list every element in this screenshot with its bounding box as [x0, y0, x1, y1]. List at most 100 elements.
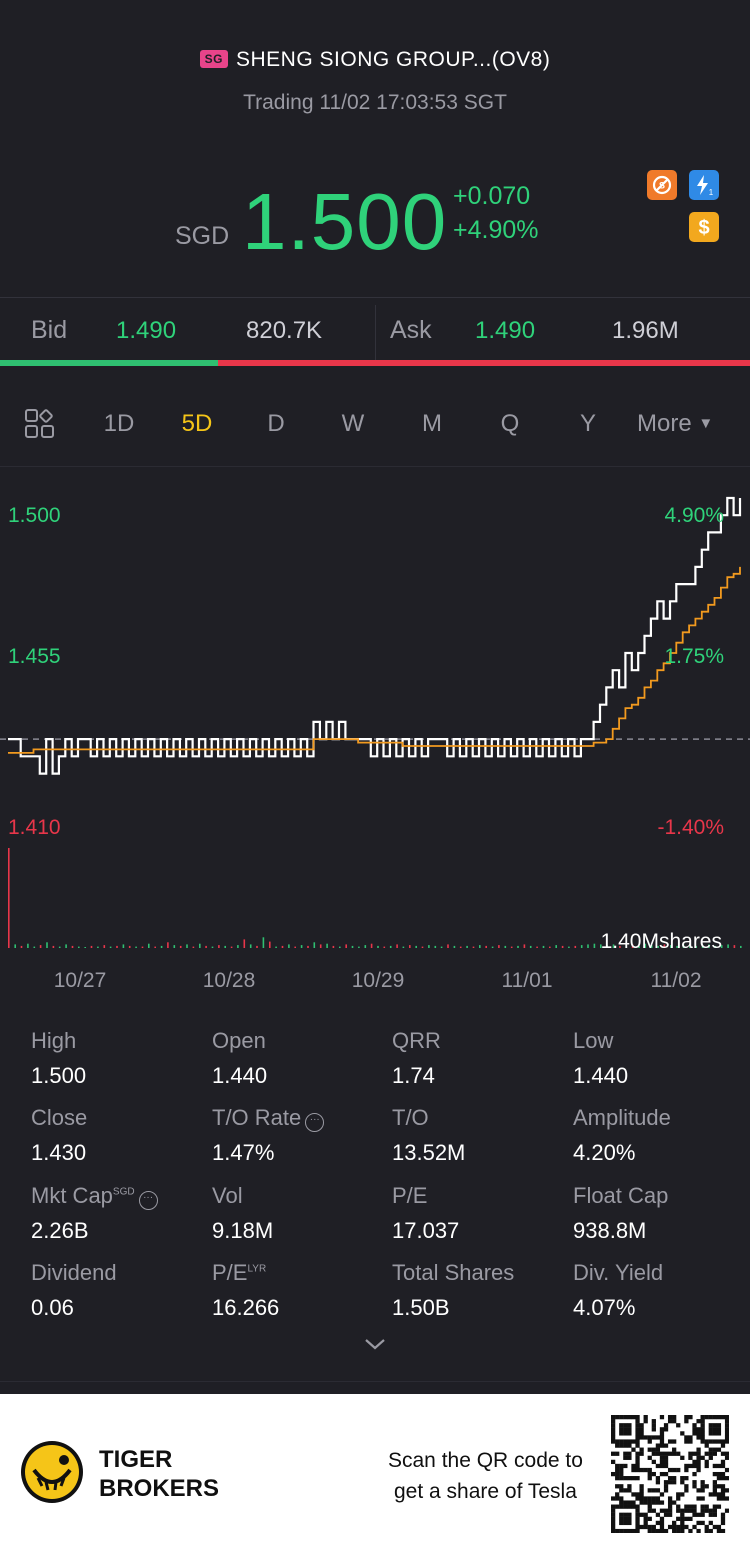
tab-1d[interactable]: 1D	[89, 410, 149, 438]
qr-module	[680, 1524, 685, 1530]
qr-module	[635, 1427, 640, 1432]
y-axis-label-left: 1.500	[8, 504, 61, 527]
flash-icon[interactable]: 1	[689, 170, 719, 200]
volume-bar	[415, 945, 417, 948]
volume-bar	[466, 945, 468, 948]
qr-module	[643, 1500, 648, 1505]
qr-module	[635, 1520, 640, 1526]
stat-label-high: High	[31, 1028, 76, 1054]
tab-m[interactable]: M	[402, 410, 462, 438]
qr-module	[692, 1459, 697, 1465]
qr-module	[659, 1431, 665, 1436]
qr-module	[676, 1504, 681, 1509]
qr-module	[659, 1463, 665, 1469]
tab-more[interactable]: More ▼	[637, 410, 713, 438]
qr-module	[667, 1467, 673, 1473]
tab-w[interactable]: W	[323, 410, 383, 438]
stat-value-t-o: 13.52M	[392, 1140, 466, 1165]
y-axis-label-right: -1.40%	[657, 816, 724, 839]
more-info-icon[interactable]: ···	[305, 1113, 325, 1132]
dollar-icon[interactable]: $	[689, 212, 719, 242]
qr-module	[615, 1467, 620, 1473]
qr-module	[639, 1484, 644, 1489]
volume-bar	[409, 945, 411, 948]
qr-module	[643, 1496, 648, 1501]
qr-module	[724, 1415, 730, 1420]
qr-module	[700, 1435, 705, 1440]
qr-module	[712, 1492, 717, 1497]
qr-module	[631, 1467, 636, 1473]
qr-module	[639, 1423, 644, 1428]
qr-module	[672, 1451, 677, 1456]
y-axis-label-left: 1.410	[8, 816, 61, 839]
volume-bar	[536, 946, 538, 948]
stat-label-text: Low	[573, 1028, 614, 1053]
qr-module	[692, 1484, 697, 1489]
tab-5d[interactable]: 5D	[167, 410, 227, 438]
price-change: +0.070	[453, 182, 531, 210]
qr-module	[639, 1467, 644, 1473]
qr-module	[639, 1488, 644, 1493]
brand-name-line2: BROKERS	[99, 1475, 220, 1502]
volume-bar	[148, 943, 150, 948]
grid-icon[interactable]	[24, 408, 56, 445]
volume-bar	[479, 945, 481, 948]
qr-module	[676, 1528, 681, 1534]
qr-module	[623, 1528, 628, 1534]
qr-module	[672, 1520, 677, 1526]
volume-bar	[103, 945, 106, 948]
svg-text:$: $	[698, 217, 709, 238]
volume-bar	[281, 945, 284, 948]
qr-module	[619, 1443, 624, 1448]
more-info-icon[interactable]: ···	[138, 1191, 158, 1210]
divider	[375, 305, 376, 360]
svg-text:1: 1	[709, 188, 714, 197]
qr-module	[643, 1516, 648, 1521]
qr-code-icon[interactable]	[611, 1415, 730, 1538]
volume-bar	[529, 945, 532, 948]
qr-module	[704, 1415, 709, 1420]
qr-module	[692, 1508, 697, 1513]
tab-d[interactable]: D	[246, 410, 306, 438]
qr-module	[639, 1447, 644, 1452]
qr-module	[623, 1463, 628, 1469]
qr-module	[615, 1439, 620, 1444]
qr-module	[619, 1484, 624, 1489]
qr-module	[696, 1427, 701, 1432]
qr-module	[659, 1427, 665, 1432]
qr-module	[627, 1415, 632, 1420]
qr-module	[696, 1435, 701, 1440]
volume-bar	[555, 945, 557, 948]
qr-module	[635, 1419, 640, 1424]
qr-module	[627, 1476, 632, 1481]
qr-module	[655, 1443, 661, 1448]
qr-module	[611, 1512, 616, 1517]
qr-module	[611, 1504, 616, 1509]
qr-module	[647, 1439, 652, 1444]
volume-bar	[192, 946, 195, 948]
qr-module	[684, 1435, 689, 1440]
qr-module	[659, 1415, 665, 1420]
qr-module	[684, 1524, 689, 1530]
tab-q[interactable]: Q	[480, 410, 540, 438]
stat-value-amplitude: 4.20%	[573, 1140, 636, 1165]
tab-y[interactable]: Y	[558, 410, 618, 438]
qr-module	[659, 1492, 665, 1497]
bid-label: Bid	[31, 316, 68, 344]
qr-module	[635, 1516, 640, 1521]
volume-bar	[332, 945, 335, 948]
qr-module	[692, 1512, 697, 1517]
qr-module	[667, 1480, 673, 1485]
qr-module	[647, 1524, 652, 1530]
qr-module	[667, 1512, 673, 1517]
qr-module	[696, 1459, 701, 1465]
volume-bar	[300, 945, 303, 948]
qr-module	[647, 1476, 652, 1481]
no-short-icon[interactable]: S	[647, 170, 677, 200]
qr-module	[720, 1463, 726, 1469]
volume-bar	[39, 945, 42, 948]
qr-module	[680, 1508, 685, 1513]
qr-module	[643, 1520, 648, 1526]
chevron-down-icon[interactable]	[363, 1336, 387, 1357]
intraday-chart[interactable]: 1.500 1.455 1.410 4.90% 1.75% -1.40% 1.40Mshar…	[0, 468, 750, 998]
